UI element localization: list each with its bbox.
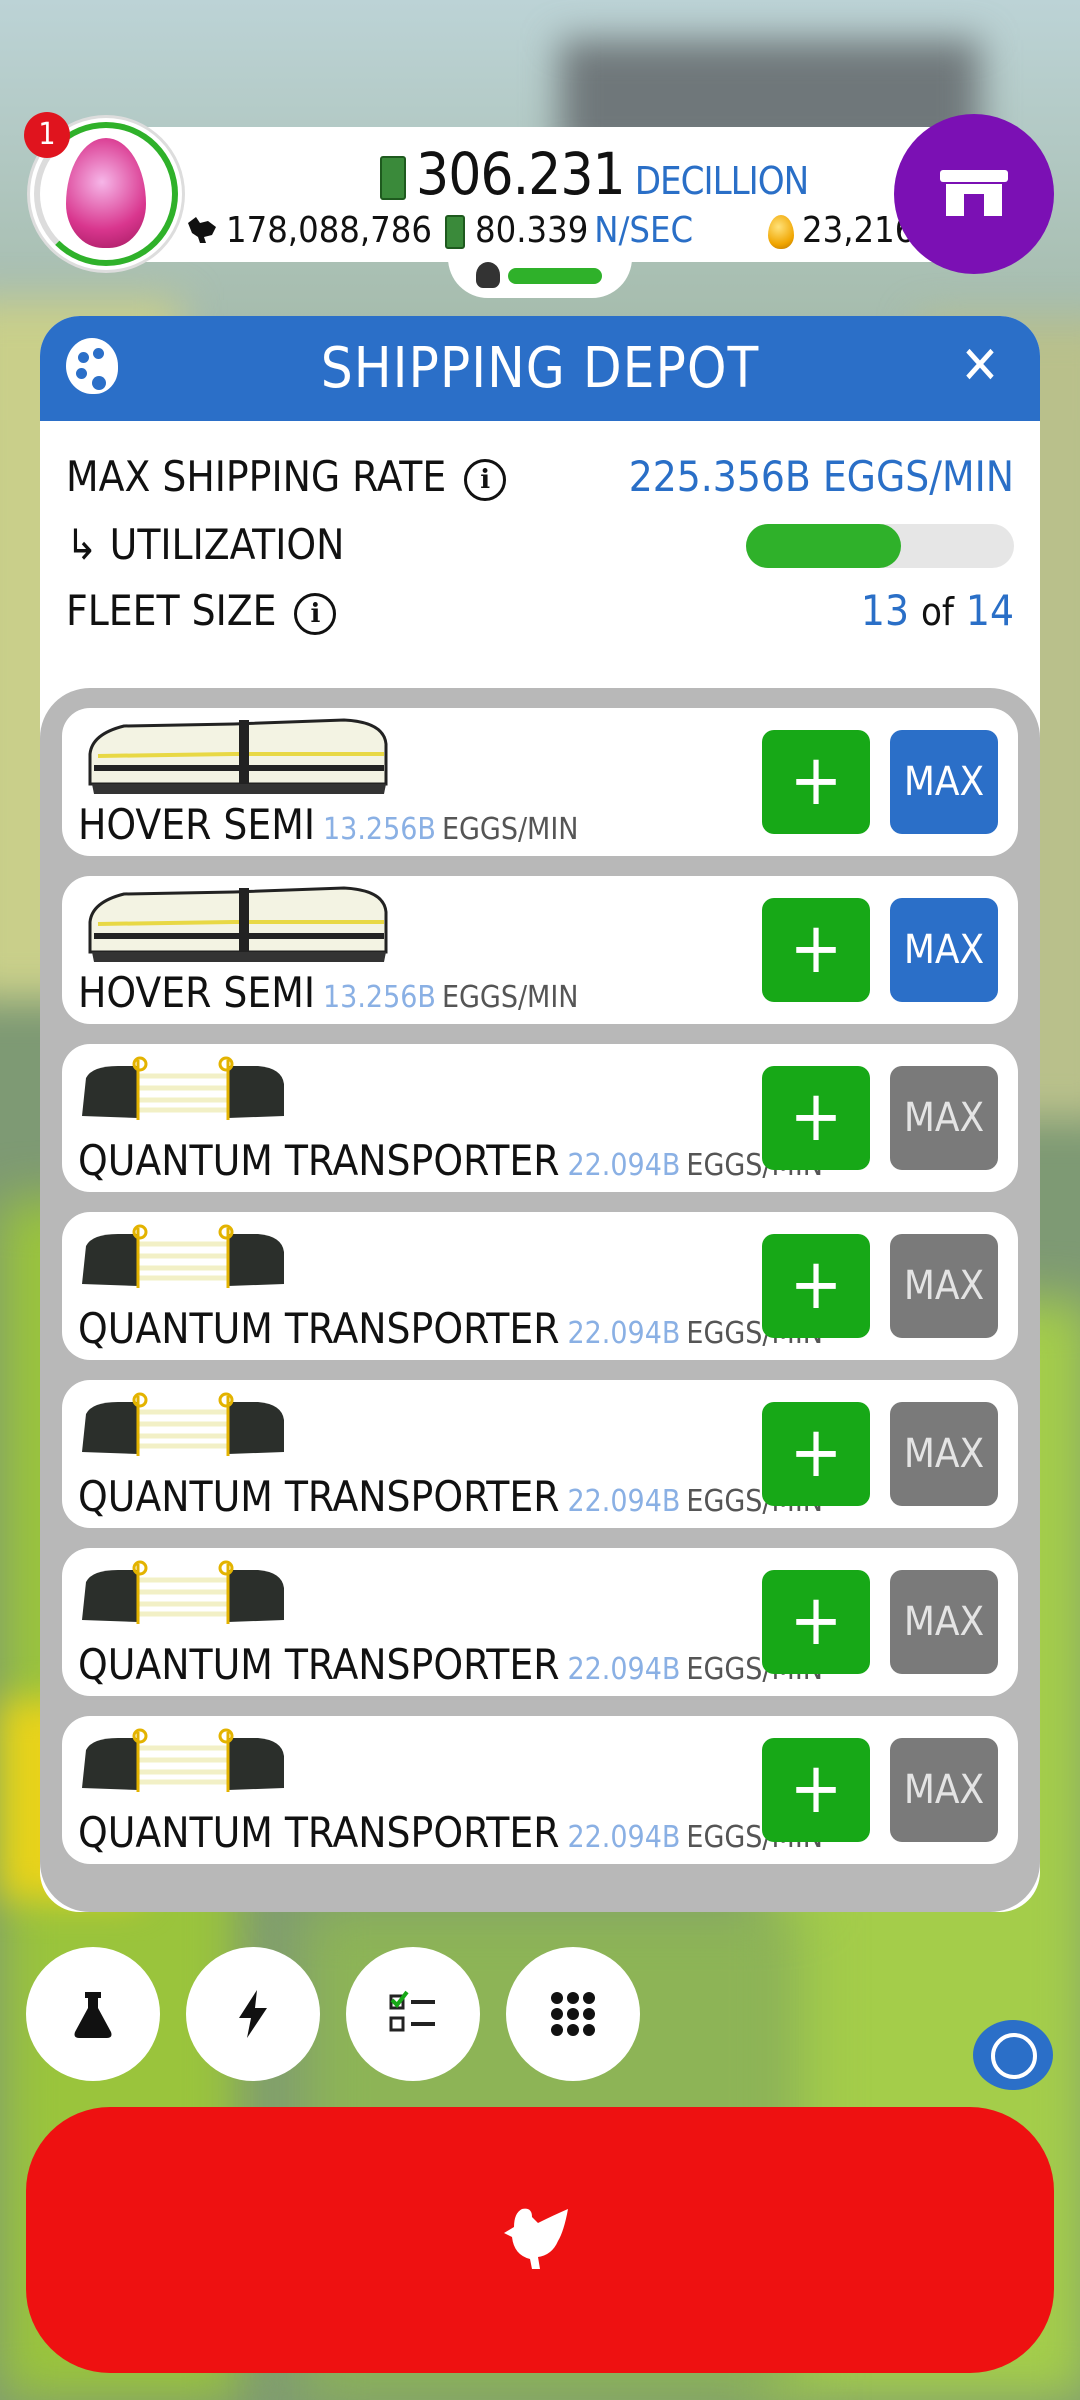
vehicle-rate-unit: EGGS/MIN (441, 980, 579, 1015)
missions-button[interactable] (346, 1947, 480, 2081)
research-button[interactable] (26, 1947, 160, 2081)
flask-icon (74, 1992, 112, 2038)
max-button[interactable]: MAX (890, 1738, 998, 1842)
vehicle-row: HOVER SEMI 13.256B EGGS/MIN + MAX (62, 876, 1018, 1024)
cash-unit: DECILLION (634, 159, 810, 203)
menu-button[interactable] (506, 1947, 640, 2081)
earning-rate: 80.339 N/SEC (445, 210, 693, 251)
cash-icon (380, 155, 406, 200)
quantum-transporter-vehicle-image (82, 1728, 284, 1792)
vehicle-row: QUANTUM TRANSPORTER 22.094B EGGS/MIN + MAX (62, 1716, 1018, 1864)
vehicle-name-text: QUANTUM TRANSPORTER (78, 1304, 560, 1353)
vehicle-rate: 22.094B (567, 1652, 681, 1687)
quantum-transporter-vehicle-image (82, 1056, 284, 1120)
vehicle-name-text: HOVER SEMI (78, 800, 315, 849)
vehicle-rate-unit: EGGS/MIN (441, 812, 579, 847)
chicken-icon (188, 217, 216, 243)
max-shipping-rate-value: 225.356B EGGS/MIN (628, 452, 1014, 501)
vehicle-name-text: HOVER SEMI (78, 968, 315, 1017)
vehicle-rate: 13.256B (323, 980, 436, 1015)
fleet-size-label: FLEET SIZE i (66, 586, 337, 635)
cash-icon (445, 215, 465, 249)
upgrade-button[interactable]: + (762, 1066, 870, 1170)
chicken-icon (504, 2208, 568, 2269)
fleet-size-current: 13 (860, 586, 909, 635)
vehicle-rate: 22.094B (567, 1820, 681, 1855)
fleet-size-max: 14 (965, 586, 1014, 635)
vehicle-name-text: QUANTUM TRANSPORTER (78, 1640, 560, 1689)
checklist-icon (389, 1990, 435, 2032)
hover-semi-vehicle-image (88, 886, 388, 962)
max-shipping-rate-text: MAX SHIPPING RATE (66, 452, 447, 501)
vehicle-name-text: QUANTUM TRANSPORTER (78, 1808, 560, 1857)
chicken-count-value: 178,088,786 (226, 210, 432, 251)
max-button[interactable]: MAX (890, 730, 998, 834)
shop-button[interactable] (894, 114, 1054, 274)
quantum-transporter-vehicle-image (82, 1224, 284, 1288)
vehicle-name-text: QUANTUM TRANSPORTER (78, 1472, 560, 1521)
earning-rate-unit: N/SEC (594, 210, 694, 251)
max-button[interactable]: MAX (890, 1570, 998, 1674)
close-icon[interactable]: ✕ (952, 336, 1008, 396)
utilization-bar-fill (746, 524, 902, 568)
max-shipping-rate-label: MAX SHIPPING RATE i (66, 452, 507, 501)
upgrade-button[interactable]: + (762, 1234, 870, 1338)
max-button[interactable]: MAX (890, 1234, 998, 1338)
vehicle-name: QUANTUM TRANSPORTER 22.094B EGGS/MIN (78, 1640, 823, 1689)
vehicle-row: QUANTUM TRANSPORTER 22.094B EGGS/MIN + MAX (62, 1548, 1018, 1696)
lightning-icon (239, 1990, 267, 2038)
vehicle-rate: 22.094B (567, 1148, 681, 1183)
grid-icon (551, 1992, 595, 2036)
vehicle-name: HOVER SEMI 13.256B EGGS/MIN (78, 968, 579, 1017)
vehicle-name: QUANTUM TRANSPORTER 22.094B EGGS/MIN (78, 1808, 823, 1857)
panel-header: SHIPPING DEPOT ✕ (40, 316, 1040, 421)
max-button[interactable]: MAX (890, 898, 998, 1002)
upgrade-button[interactable]: + (762, 1738, 870, 1842)
vehicle-row: HOVER SEMI 13.256B EGGS/MIN + MAX (62, 708, 1018, 856)
vehicle-row: QUANTUM TRANSPORTER 22.094B EGGS/MIN + MAX (62, 1044, 1018, 1192)
fleet-size-text: FLEET SIZE (66, 586, 277, 635)
hatch-chicken-button[interactable] (26, 2107, 1054, 2373)
utilization-label: ↳ UTILIZATION (66, 520, 345, 569)
upgrade-button[interactable]: + (762, 1570, 870, 1674)
vehicle-row: QUANTUM TRANSPORTER 22.094B EGGS/MIN + MAX (62, 1380, 1018, 1528)
vehicle-row: QUANTUM TRANSPORTER 22.094B EGGS/MIN + MAX (62, 1212, 1018, 1360)
vehicle-name-text: QUANTUM TRANSPORTER (78, 1136, 560, 1185)
vehicle-rate: 22.094B (567, 1316, 681, 1351)
panel-title: SHIPPING DEPOT (320, 336, 760, 401)
upgrade-button[interactable]: + (762, 1402, 870, 1506)
vehicle-name: QUANTUM TRANSPORTER 22.094B EGGS/MIN (78, 1304, 823, 1353)
cash-value: 306.231 (416, 140, 626, 208)
hover-semi-vehicle-image (88, 718, 388, 794)
info-icon[interactable]: i (464, 458, 507, 501)
golden-eggs: 23,216 (768, 210, 915, 251)
vehicle-rate: 13.256B (323, 812, 436, 847)
info-icon[interactable]: i (294, 592, 337, 635)
chick-icon (476, 262, 500, 288)
notification-badge: 1 (24, 112, 70, 158)
upgrade-button[interactable]: + (762, 730, 870, 834)
chicken-capacity-bar (508, 268, 602, 284)
shop-icon (940, 170, 1008, 216)
utilization-bar (746, 524, 1014, 568)
golden-egg-icon (768, 215, 794, 249)
vehicle-name: QUANTUM TRANSPORTER 22.094B EGGS/MIN (78, 1136, 823, 1185)
quantum-transporter-vehicle-image (82, 1392, 284, 1456)
fleet-size-of: of (920, 590, 954, 634)
vehicle-name: HOVER SEMI 13.256B EGGS/MIN (78, 800, 579, 849)
vehicle-rate: 22.094B (567, 1484, 681, 1519)
fleet-size-value: 13 of 14 (861, 586, 1014, 635)
quantum-transporter-vehicle-image (82, 1560, 284, 1624)
max-button[interactable]: MAX (890, 1066, 998, 1170)
upgrade-button[interactable]: + (762, 898, 870, 1002)
boosts-button[interactable] (186, 1947, 320, 2081)
earning-rate-value: 80.339 (475, 210, 589, 251)
cash-display: 306.231 DECILLION (380, 140, 810, 208)
vehicle-name: QUANTUM TRANSPORTER 22.094B EGGS/MIN (78, 1472, 823, 1521)
assistant-button[interactable] (973, 2020, 1053, 2090)
shipping-depot-panel: SHIPPING DEPOT ✕ MAX SHIPPING RATE i 225.… (40, 316, 1040, 1912)
max-button[interactable]: MAX (890, 1402, 998, 1506)
vehicle-list[interactable]: HOVER SEMI 13.256B EGGS/MIN + MAX HOVER SEMI 1… (40, 688, 1040, 1912)
chicken-count: 178,088,786 (186, 210, 432, 251)
